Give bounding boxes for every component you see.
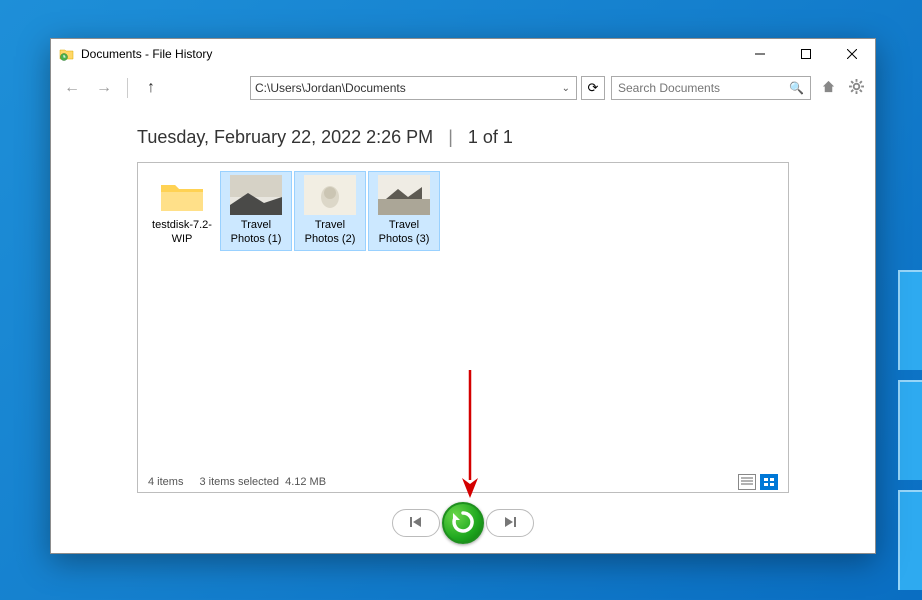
thumbnails-view-button[interactable] (760, 474, 778, 490)
image-thumbnail (230, 175, 282, 215)
file-history-window: Documents - File History ← → ↑ C:\Use (50, 38, 876, 554)
details-view-button[interactable] (738, 474, 756, 490)
arrow-left-icon: ← (64, 79, 80, 97)
file-name-label: Travel Photos (1) (223, 219, 289, 247)
folder-icon (157, 175, 207, 215)
image-thumbnail (304, 175, 356, 215)
restore-icon (450, 509, 476, 538)
forward-button[interactable]: → (91, 75, 117, 101)
status-selection: 3 items selected 4.12 MB (199, 476, 326, 488)
version-header: Tuesday, February 22, 2022 2:26 PM | 1 o… (137, 127, 789, 148)
search-icon: 🔍 (789, 81, 804, 95)
content-area: Tuesday, February 22, 2022 2:26 PM | 1 o… (51, 107, 875, 493)
search-input[interactable] (618, 81, 778, 95)
items-grid: testdisk-7.2-WIP Travel Photos (1) (138, 163, 788, 259)
wallpaper-decoration (898, 270, 922, 370)
address-text: C:\Users\Jordan\Documents (255, 81, 406, 95)
skip-previous-icon (409, 516, 423, 531)
wallpaper-decoration (898, 380, 922, 480)
titlebar: Documents - File History (51, 39, 875, 69)
header-separator: | (448, 127, 453, 147)
minimize-button[interactable] (737, 39, 783, 69)
maximize-button[interactable] (783, 39, 829, 69)
back-button[interactable]: ← (59, 75, 85, 101)
file-history-icon (59, 46, 75, 62)
home-icon (821, 79, 836, 98)
image-thumbnail (378, 175, 430, 215)
wallpaper-decoration (898, 490, 922, 590)
navbar: ← → ↑ C:\Users\Jordan\Documents ⌄ ⟳ 🔍 (51, 69, 875, 107)
home-button[interactable] (817, 77, 839, 99)
status-bar: 4 items 3 items selected 4.12 MB (138, 470, 788, 492)
image-item[interactable]: Travel Photos (1) (220, 171, 292, 251)
refresh-button[interactable]: ⟳ (581, 76, 605, 100)
folder-item[interactable]: testdisk-7.2-WIP (146, 171, 218, 251)
search-box[interactable]: 🔍 (611, 76, 811, 100)
status-item-count: 4 items (148, 476, 183, 488)
file-name-label: testdisk-7.2-WIP (149, 219, 215, 247)
version-timestamp: Tuesday, February 22, 2022 2:26 PM (137, 127, 433, 147)
window-title: Documents - File History (81, 47, 737, 61)
skip-next-icon (503, 516, 517, 531)
up-button[interactable]: ↑ (138, 75, 164, 101)
image-item[interactable]: Travel Photos (2) (294, 171, 366, 251)
address-wrap: C:\Users\Jordan\Documents ⌄ ⟳ (250, 76, 605, 100)
settings-button[interactable] (845, 77, 867, 99)
view-switcher (738, 474, 778, 490)
restore-button[interactable] (442, 502, 484, 544)
nav-separator (127, 78, 128, 98)
close-button[interactable] (829, 39, 875, 69)
arrow-up-icon: ↑ (147, 79, 155, 97)
gear-icon (849, 79, 864, 98)
previous-version-button[interactable] (392, 509, 440, 537)
address-bar[interactable]: C:\Users\Jordan\Documents ⌄ (250, 76, 577, 100)
image-item[interactable]: Travel Photos (3) (368, 171, 440, 251)
file-name-label: Travel Photos (2) (297, 219, 363, 247)
file-name-label: Travel Photos (3) (371, 219, 437, 247)
next-version-button[interactable] (486, 509, 534, 537)
arrow-right-icon: → (96, 79, 112, 97)
file-area: testdisk-7.2-WIP Travel Photos (1) (137, 162, 789, 493)
refresh-icon: ⟳ (588, 80, 599, 96)
version-page-indicator: 1 of 1 (468, 127, 513, 147)
titlebar-controls (737, 39, 875, 69)
chevron-down-icon[interactable]: ⌄ (560, 83, 572, 94)
restore-controls (51, 493, 875, 553)
